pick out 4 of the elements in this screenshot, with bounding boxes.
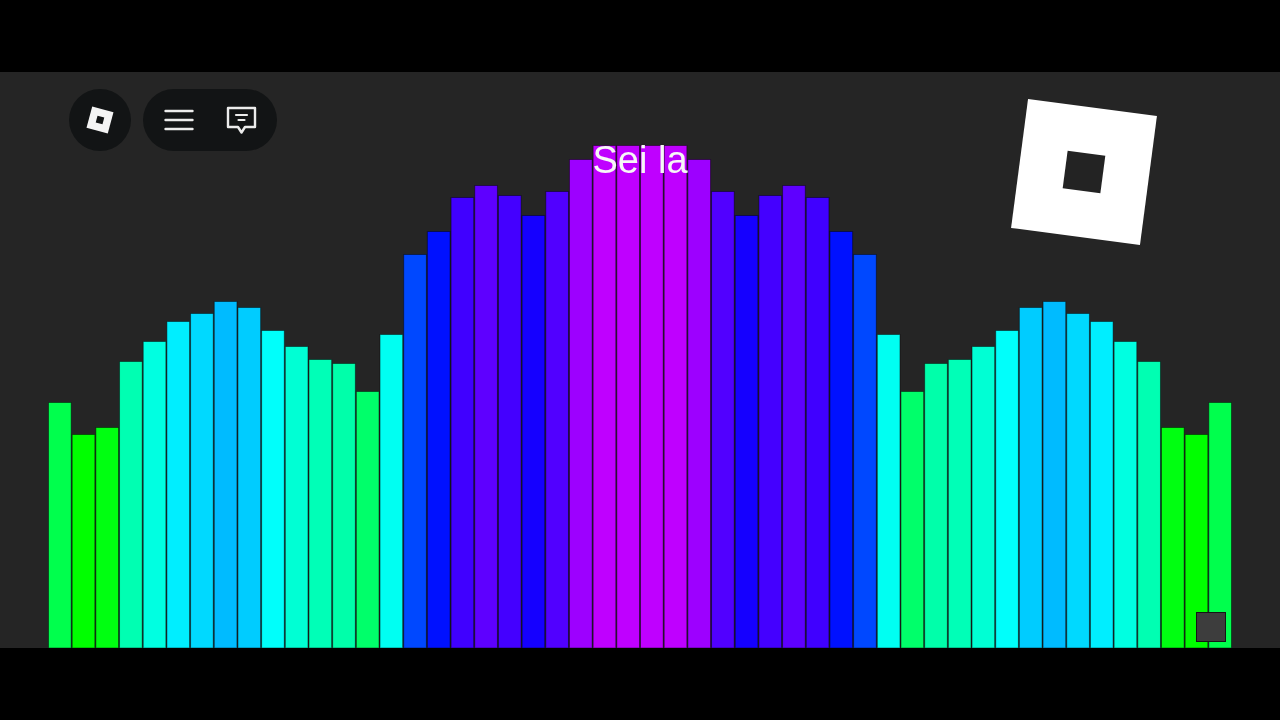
square-icon xyxy=(1196,612,1226,642)
chat-icon xyxy=(225,105,257,135)
square-logo-icon xyxy=(86,106,114,134)
menu-icon xyxy=(164,109,194,131)
